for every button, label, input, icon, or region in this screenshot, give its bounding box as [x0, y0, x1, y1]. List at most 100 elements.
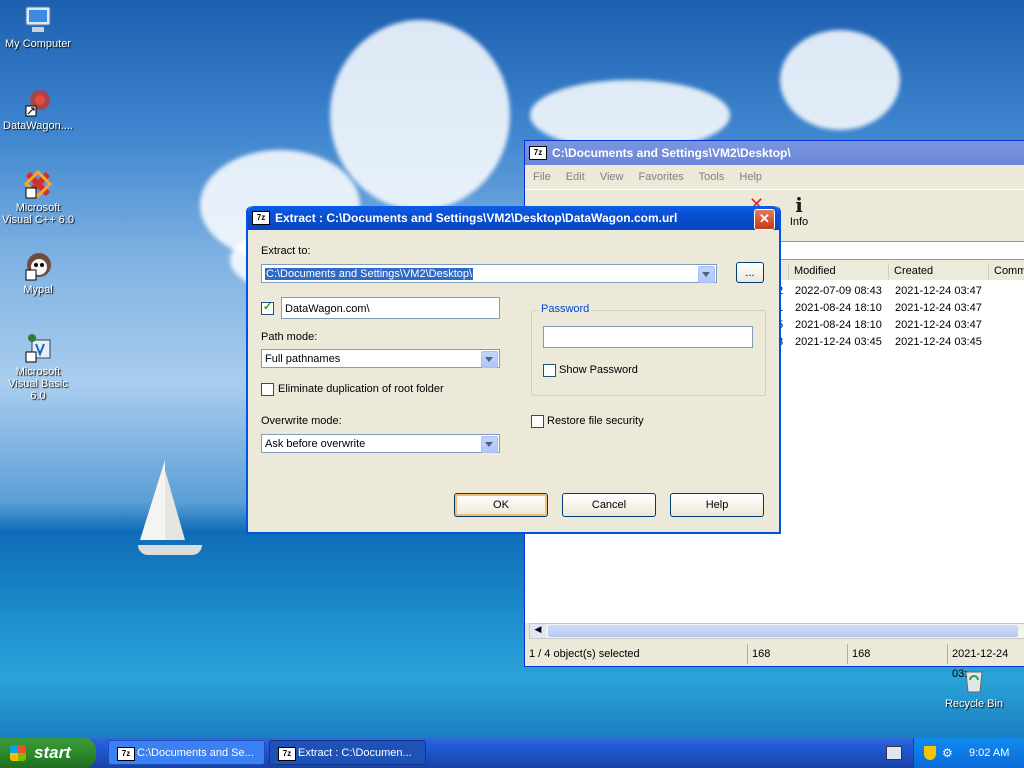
desktop-icon-my-computer[interactable]: My Computer	[0, 4, 76, 50]
desktop-icon-mypal[interactable]: Mypal	[0, 250, 76, 296]
cell-modified: 2022-07-09 08:43	[795, 285, 882, 297]
menu-tools[interactable]: Tools	[699, 171, 725, 183]
desktop-icon-label: My Computer	[4, 38, 72, 50]
overwrite-mode-value: Ask before overwrite	[265, 438, 366, 450]
taskbar-button-file-manager[interactable]: 7z C:\Documents and Se...	[108, 740, 265, 765]
chevron-down-icon[interactable]	[698, 266, 715, 283]
window-title: C:\Documents and Settings\VM2\Desktop\	[552, 146, 791, 160]
column-header-created[interactable]: Created	[889, 263, 989, 280]
extract-to-label: Extract to:	[261, 245, 311, 257]
cloud	[780, 30, 900, 130]
start-button[interactable]: start	[0, 738, 96, 768]
status-size: 168	[747, 644, 847, 664]
mypal-icon	[22, 250, 54, 282]
path-mode-value: Full pathnames	[265, 353, 341, 365]
scrollbar-thumb[interactable]	[548, 625, 1018, 637]
info-button[interactable]: i Info	[779, 194, 819, 228]
sailboat-hull	[138, 545, 202, 555]
horizontal-scrollbar[interactable]: ◀	[529, 623, 1024, 639]
menu-edit[interactable]: Edit	[566, 171, 585, 183]
extract-to-value: C:\Documents and Settings\VM2\Desktop\	[265, 268, 474, 280]
desktop-icon-label: Microsoft Visual C++ 6.0	[2, 202, 74, 226]
status-bar: 1 / 4 object(s) selected 168 168 2021-12…	[525, 644, 1024, 680]
cell-created: 2021-12-24 03:45	[895, 336, 982, 348]
path-mode-label: Path mode:	[261, 331, 318, 343]
chevron-down-icon[interactable]	[481, 351, 498, 368]
overwrite-mode-label: Overwrite mode:	[261, 415, 342, 427]
system-tray: ⚙ 9:02 AM	[913, 738, 1024, 768]
visual-cpp-icon	[22, 168, 54, 200]
desktop-icon-label: Mypal	[23, 284, 53, 296]
computer-icon	[22, 4, 54, 36]
extract-dialog-titlebar[interactable]: 7z Extract : C:\Documents and Settings\V…	[248, 206, 779, 230]
extract-to-combo[interactable]: C:\Documents and Settings\VM2\Desktop\	[261, 264, 717, 283]
eliminate-duplication-label: Eliminate duplication of root folder	[278, 383, 444, 395]
column-header-comment[interactable]: Comm	[989, 263, 1024, 280]
desktop-icon-label: DataWagon....	[3, 120, 73, 132]
show-password-label: Show Password	[559, 364, 638, 376]
menu-file[interactable]: File	[533, 171, 551, 183]
cell-created: 2021-12-24 03:47	[895, 319, 982, 331]
desktop-icon-label: Microsoft Visual Basic 6.0	[8, 366, 68, 402]
menu-help[interactable]: Help	[739, 171, 762, 183]
dialog-title: Extract : C:\Documents and Settings\VM2\…	[275, 211, 678, 225]
cell-modified: 2021-08-24 18:10	[795, 319, 882, 331]
subfolder-input[interactable]: DataWagon.com\	[281, 297, 500, 319]
7zip-app-icon: 7z	[529, 146, 547, 160]
help-button[interactable]: Help	[670, 493, 764, 517]
cell-modified: 2021-08-24 18:10	[795, 302, 882, 314]
clock[interactable]: 9:02 AM	[969, 738, 1009, 768]
desktop-icon-label: Recycle Bin	[944, 698, 1004, 710]
eliminate-duplication-checkbox[interactable]	[261, 383, 274, 396]
cancel-button[interactable]: Cancel	[562, 493, 656, 517]
path-mode-select[interactable]: Full pathnames	[261, 349, 500, 368]
desktop: My Computer DataWagon.... Microsoft Visu…	[0, 0, 1024, 738]
close-icon: ✕	[759, 211, 770, 226]
chevron-down-icon[interactable]	[481, 436, 498, 453]
security-shield-icon[interactable]	[924, 746, 936, 760]
7zip-app-icon: 7z	[278, 747, 296, 761]
status-packed: 168	[847, 644, 947, 664]
status-date: 2021-12-24 03:	[947, 644, 1024, 680]
menu-view[interactable]: View	[600, 171, 624, 183]
menu-favorites[interactable]: Favorites	[639, 171, 684, 183]
column-header-modified[interactable]: Modified	[789, 263, 889, 280]
datawagon-shortcut-icon	[22, 86, 54, 118]
keyboard-icon[interactable]	[886, 746, 902, 760]
address-field[interactable]: \	[773, 241, 1024, 260]
file-manager-titlebar[interactable]: 7z C:\Documents and Settings\VM2\Desktop…	[525, 141, 1024, 165]
desktop-icon-visual-cpp[interactable]: Microsoft Visual C++ 6.0	[0, 168, 76, 226]
start-label: start	[34, 743, 71, 762]
menu-bar: File Edit View Favorites Tools Help	[533, 171, 774, 183]
task-label: Extract : C:\Documen...	[298, 747, 412, 759]
restore-security-checkbox[interactable]	[531, 415, 544, 428]
cloud	[330, 20, 510, 210]
cell-created: 2021-12-24 03:47	[895, 285, 982, 297]
sailboat-sail	[165, 470, 185, 540]
close-button[interactable]: ✕	[754, 209, 775, 230]
password-group-caption: Password	[538, 303, 593, 315]
subfolder-checkbox[interactable]	[261, 300, 274, 315]
desktop-icon-datawagon[interactable]: DataWagon....	[0, 86, 76, 132]
cell-created: 2021-12-24 03:47	[895, 302, 982, 314]
7zip-app-icon: 7z	[252, 211, 270, 225]
info-label: Info	[789, 216, 809, 228]
show-password-checkbox[interactable]	[543, 364, 556, 377]
visual-basic-icon	[22, 332, 54, 364]
taskbar: start 7z C:\Documents and Se... 7z Extra…	[0, 738, 1024, 768]
overwrite-mode-select[interactable]: Ask before overwrite	[261, 434, 500, 453]
taskbar-button-extract[interactable]: 7z Extract : C:\Documen...	[269, 740, 426, 765]
windows-logo-icon	[10, 745, 26, 761]
browse-button[interactable]: ...	[736, 262, 764, 283]
desktop-icon-recycle-bin[interactable]: Recycle Bin	[936, 664, 1012, 710]
cell-modified: 2021-12-24 03:45	[795, 336, 882, 348]
network-icon[interactable]: ⚙	[942, 746, 956, 760]
task-label: C:\Documents and Se...	[137, 747, 254, 759]
password-group: Password Show Password	[531, 303, 766, 396]
desktop-icon-visual-basic[interactable]: Microsoft Visual Basic 6.0	[0, 332, 76, 402]
password-input[interactable]	[543, 326, 753, 348]
7zip-app-icon: 7z	[117, 747, 135, 761]
restore-security-label: Restore file security	[547, 415, 644, 427]
ok-button[interactable]: OK	[454, 493, 548, 517]
scroll-left-icon[interactable]: ◀	[530, 624, 546, 638]
